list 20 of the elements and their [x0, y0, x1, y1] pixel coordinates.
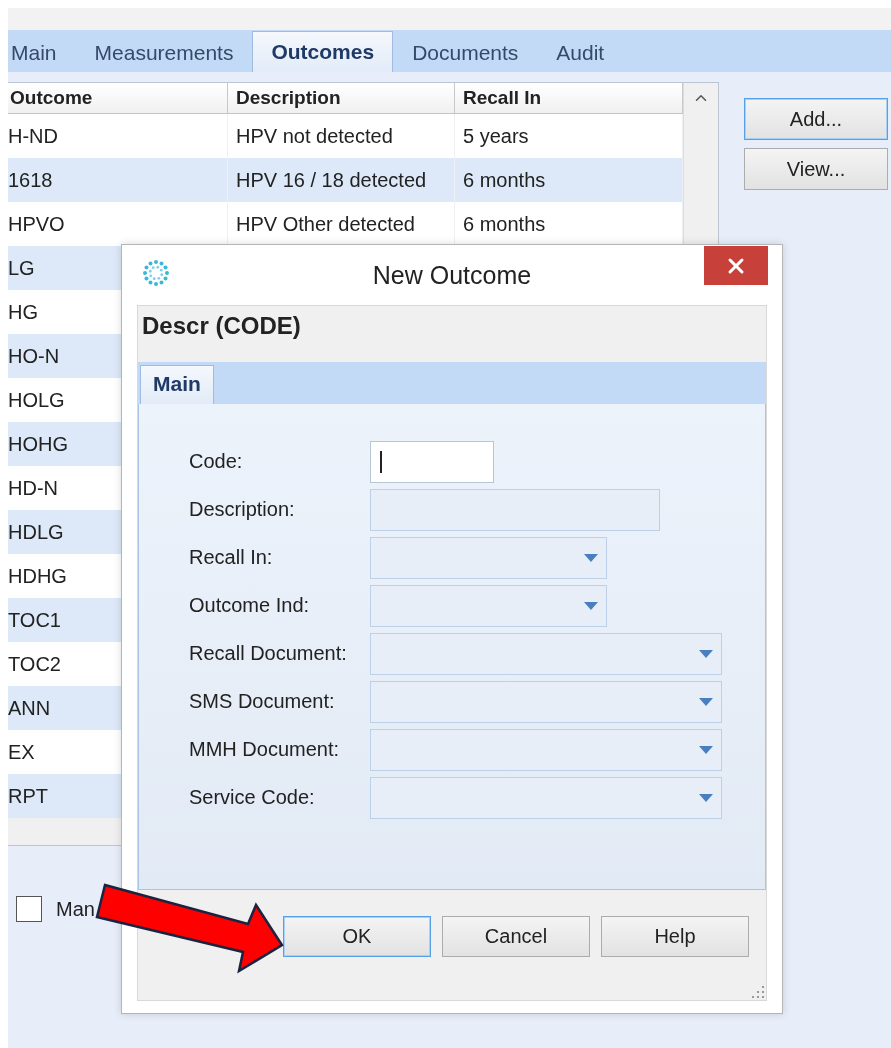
dialog-button[interactable]: Help	[601, 916, 749, 957]
tab[interactable]: Outcomes	[252, 31, 394, 72]
tab[interactable]: Measurements	[75, 33, 253, 72]
column-header[interactable]: Outcome	[8, 83, 228, 113]
dialog-title: New Outcome	[372, 260, 532, 290]
side-button[interactable]: View...	[744, 148, 888, 190]
dialog-button[interactable]: OK	[283, 916, 431, 957]
checkbox[interactable]	[16, 896, 42, 922]
tab[interactable]: Main	[140, 365, 214, 404]
tab[interactable]: Main	[8, 33, 76, 72]
app-logo-icon	[140, 257, 172, 289]
dialog-button[interactable]: Cancel	[442, 916, 590, 957]
close-button[interactable]	[704, 246, 768, 285]
input-field[interactable]	[370, 440, 494, 483]
tab[interactable]: Audit	[537, 33, 624, 72]
checkbox-label: Man	[56, 897, 95, 921]
resize-grip-icon[interactable]	[751, 985, 765, 999]
tab[interactable]: Documents	[393, 33, 538, 72]
side-button[interactable]: Add...	[744, 98, 888, 140]
column-header[interactable]: Description	[228, 83, 455, 113]
